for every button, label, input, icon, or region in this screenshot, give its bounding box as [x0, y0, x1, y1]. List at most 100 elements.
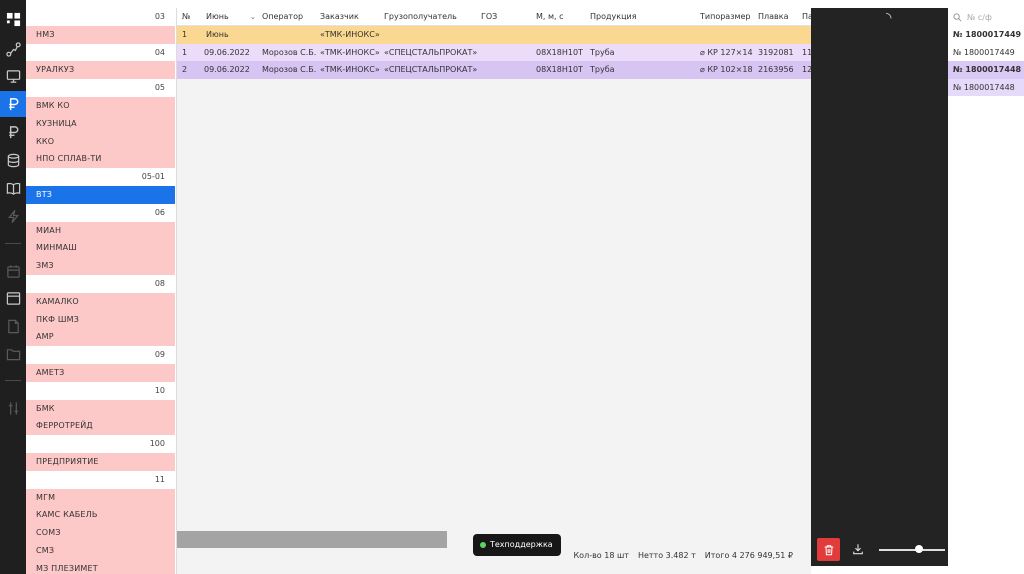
online-status-icon	[480, 542, 486, 548]
supplier-item[interactable]: СОМЗ	[26, 524, 175, 542]
horizontal-scrollbar[interactable]	[177, 531, 447, 548]
column-header-month[interactable]: Июнь	[206, 8, 229, 26]
delete-button[interactable]	[817, 538, 840, 561]
ruble-icon[interactable]	[0, 91, 26, 117]
group-number: 1	[182, 30, 188, 39]
folder-icon[interactable]	[0, 341, 26, 367]
invoice-search-input[interactable]	[967, 12, 1017, 22]
row-operator: Морозов С.Б.	[262, 47, 317, 57]
column-header-batch[interactable]: Па	[802, 8, 811, 26]
search-icon	[953, 12, 962, 21]
supplier-item[interactable]: ФЕРРОТРЕЙД	[26, 417, 175, 436]
supplier-item[interactable]: ПРЕДПРИЯТИЕ	[26, 452, 175, 471]
row-batch: 12	[802, 65, 811, 74]
supplier-item[interactable]: ККО	[26, 132, 175, 151]
zoom-slider[interactable]	[879, 549, 945, 551]
row-date: 09.06.2022	[204, 47, 250, 57]
supplier-item[interactable]: АМЕТЗ	[26, 363, 175, 382]
route-icon[interactable]	[0, 36, 26, 62]
row-batch: 11	[802, 47, 811, 57]
row-customer: «ТМК-ИНОКС»	[320, 65, 380, 74]
supplier-item[interactable]: БМК	[26, 399, 175, 418]
document-viewer: ◝	[811, 8, 948, 566]
rail-divider	[5, 380, 21, 381]
column-header-melt[interactable]: Плавка	[758, 8, 788, 26]
table-header: № Июнь ⌄ Оператор Заказчик Грузополучате…	[177, 8, 811, 26]
supplier-item[interactable]: СМЗ	[26, 541, 175, 560]
rail-divider	[5, 243, 21, 244]
group-month: Июнь	[206, 30, 229, 39]
icon-rail	[0, 0, 26, 574]
database-icon[interactable]	[0, 147, 26, 173]
invoice-search[interactable]	[948, 8, 1024, 26]
trash-icon	[824, 544, 833, 555]
supplier-item[interactable]: ЗМЗ	[26, 257, 175, 275]
supplier-item[interactable]: ВМК КО	[26, 96, 175, 115]
logo-icon[interactable]	[0, 6, 26, 32]
totals-bar: Кол-во 18 шт Нетто 3.482 т Итого 4 276 9…	[574, 551, 794, 565]
table-row[interactable]: 2 09.06.2022 Морозов С.Б. «ТМК-ИНОКС» «С…	[177, 61, 811, 79]
supplier-item[interactable]: АМР	[26, 328, 175, 347]
total-netto: Нетто 3.482 т	[637, 551, 696, 560]
group-header: 04	[26, 43, 175, 62]
row-melt: 3192081	[758, 47, 794, 57]
column-header-customer[interactable]: Заказчик	[320, 8, 359, 26]
group-header: 03	[26, 8, 175, 26]
supplier-item[interactable]: КУЗНИЦА	[26, 114, 175, 133]
row-number: 2	[182, 65, 188, 74]
column-header-operator[interactable]: Оператор	[262, 8, 303, 26]
column-header-consignee[interactable]: Грузополучатель	[384, 8, 457, 26]
supplier-item[interactable]: МЗ ПЛЕЗИМЕТ	[26, 559, 175, 574]
invoice-item[interactable]: № 1800017448	[948, 78, 1024, 96]
group-header: 05-01	[26, 168, 175, 186]
column-header-number[interactable]: №	[182, 8, 190, 26]
table-row[interactable]: 1 09.06.2022 Морозов С.Б. «ТМК-ИНОКС» «С…	[177, 43, 811, 61]
group-header: 06	[26, 203, 175, 222]
invoice-item[interactable]: № 1800017449	[948, 44, 1024, 62]
supplier-item[interactable]: НМЗ	[26, 25, 175, 44]
row-consignee: «СПЕЦСТАЛЬПРОКАТ»	[384, 65, 478, 74]
ruble-icon[interactable]	[0, 119, 26, 145]
supplier-item[interactable]: МИНМАШ	[26, 239, 175, 258]
row-melt: 2163956	[758, 65, 794, 74]
invoice-item[interactable]: № 1800017449	[948, 26, 1024, 44]
calendar-icon[interactable]	[0, 258, 26, 284]
supplier-item[interactable]: НПО СПЛАВ-ТИ	[26, 150, 175, 169]
total-sum: Итого 4 276 949,51 ₽	[704, 551, 793, 560]
group-customer: «ТМК-ИНОКС»	[320, 30, 380, 39]
row-customer: «ТМК-ИНОКС»	[320, 47, 380, 57]
supplier-item[interactable]: ВТЗ	[26, 185, 175, 204]
download-button[interactable]	[849, 540, 867, 558]
row-steel-grade: 08Х18Н10Т	[536, 47, 583, 57]
window-icon[interactable]	[0, 285, 26, 311]
zoom-slider-handle[interactable]	[914, 545, 923, 553]
column-header-steel-grade[interactable]: М, м, с	[536, 8, 564, 26]
row-number: 1	[182, 47, 188, 57]
column-header-size[interactable]: Типоразмер	[700, 8, 750, 26]
column-header-product[interactable]: Продукция	[590, 8, 637, 26]
row-size: ⌀ КР 102×18	[700, 65, 753, 74]
book-icon[interactable]	[0, 175, 26, 201]
supplier-item[interactable]: КАМС КАБЕЛЬ	[26, 506, 175, 525]
sliders-icon[interactable]	[0, 395, 26, 421]
lightning-icon[interactable]	[0, 203, 26, 229]
group-header: 10	[26, 381, 175, 400]
row-steel-grade: 08Х18Н10Т	[536, 65, 583, 74]
supplier-item[interactable]: МГМ	[26, 488, 175, 507]
chevron-down-icon[interactable]: ⌄	[250, 8, 256, 26]
group-header: 09	[26, 346, 175, 364]
month-group-row[interactable]: 1 Июнь «ТМК-ИНОКС»	[177, 26, 811, 44]
support-button[interactable]: Техподдержка	[473, 534, 561, 556]
supplier-group-list: 03 НМЗ 04 УРАЛКУЗ 05 ВМК КО КУЗНИЦА ККО НПО СПЛА…	[26, 8, 175, 574]
supplier-item[interactable]: МИАН	[26, 221, 175, 240]
supplier-item[interactable]: ПКФ ШМЗ	[26, 310, 175, 329]
row-operator: Морозов С.Б.	[262, 65, 317, 74]
supplier-item[interactable]: УРАЛКУЗ	[26, 61, 175, 80]
row-date: 09.06.2022	[204, 65, 250, 74]
column-header-goz[interactable]: ГОЗ	[481, 8, 497, 26]
group-header: 11	[26, 470, 175, 489]
invoice-item[interactable]: № 1800017448	[948, 61, 1024, 79]
document-icon[interactable]	[0, 313, 26, 339]
monitor-icon[interactable]	[0, 63, 26, 89]
supplier-item[interactable]: КАМАЛКО	[26, 292, 175, 311]
